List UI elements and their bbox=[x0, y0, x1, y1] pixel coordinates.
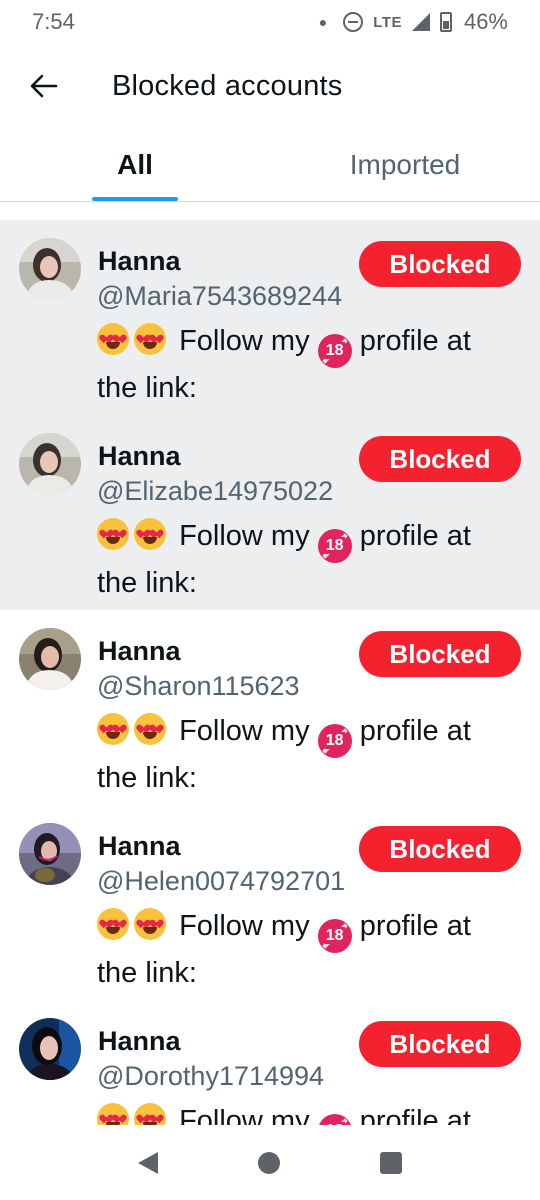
account-bio: Follow my 18 profile at bbox=[97, 1101, 517, 1125]
heart-eyes-icon bbox=[134, 1103, 166, 1125]
nav-recents-icon[interactable] bbox=[380, 1151, 402, 1174]
account-handle: @Elizabe14975022 bbox=[97, 476, 334, 506]
account-row[interactable]: Hanna @Elizabe14975022 Follow my 18 prof… bbox=[0, 415, 540, 610]
system-nav-bar bbox=[0, 1125, 540, 1200]
blocked-button[interactable]: Blocked bbox=[359, 436, 521, 482]
heart-eyes-icon bbox=[134, 518, 166, 550]
account-name: Hanna bbox=[98, 1026, 181, 1056]
nav-back-icon[interactable] bbox=[138, 1151, 158, 1174]
account-handle: @Maria7543689244 bbox=[97, 281, 343, 311]
tab-label: All bbox=[117, 148, 153, 180]
account-handle: @Helen0074792701 bbox=[97, 866, 346, 896]
tab-label: Imported bbox=[349, 148, 461, 180]
account-row[interactable]: Hanna @Helen0074792701 Follow my 18 prof… bbox=[0, 805, 540, 1000]
heart-eyes-icon bbox=[134, 713, 166, 745]
avatar[interactable] bbox=[19, 433, 81, 495]
account-name: Hanna bbox=[98, 246, 181, 276]
no-under-18-icon: 18 bbox=[317, 529, 352, 563]
account-name: Hanna bbox=[98, 831, 181, 861]
bio-text: Follow my bbox=[179, 715, 310, 747]
bio-text: Follow my bbox=[179, 520, 310, 552]
heart-eyes-icon bbox=[134, 908, 166, 940]
no-under-18-icon: 18 bbox=[317, 724, 352, 758]
blocked-button[interactable]: Blocked bbox=[359, 631, 521, 677]
nav-home-icon[interactable] bbox=[258, 1151, 280, 1174]
app-header: Blocked accounts bbox=[0, 44, 540, 128]
tab-all[interactable]: All bbox=[0, 128, 270, 201]
battery-percent: 46% bbox=[463, 9, 508, 34]
heart-eyes-icon bbox=[97, 713, 129, 745]
bio-text: Follow my bbox=[179, 325, 310, 357]
account-row[interactable]: Hanna @Dorothy1714994 Follow my 18 profi… bbox=[0, 1000, 540, 1125]
bio-text: Follow my bbox=[179, 910, 310, 942]
heart-eyes-icon bbox=[97, 518, 129, 550]
avatar[interactable] bbox=[19, 1018, 81, 1080]
heart-eyes-icon bbox=[97, 1103, 129, 1125]
no-under-18-icon: 18 bbox=[317, 334, 352, 368]
account-bio: Follow my 18 profile at the link: bbox=[97, 906, 517, 993]
no-under-18-icon: 18 bbox=[317, 919, 352, 953]
blocked-accounts-list: Hanna @Maria7543689244 Follow my 18 prof… bbox=[0, 220, 540, 1125]
back-button[interactable] bbox=[0, 44, 88, 128]
blocked-button[interactable]: Blocked bbox=[359, 826, 521, 872]
status-time: 7:54 bbox=[32, 9, 75, 34]
avatar[interactable] bbox=[19, 238, 81, 300]
bio-text-rest: profile at bbox=[359, 1105, 471, 1125]
arrow-left-icon bbox=[30, 74, 58, 98]
account-bio: Follow my 18 profile at the link: bbox=[97, 711, 517, 798]
avatar[interactable] bbox=[19, 823, 81, 885]
heart-eyes-icon bbox=[97, 908, 129, 940]
battery-icon bbox=[439, 12, 452, 32]
blocked-button[interactable]: Blocked bbox=[359, 241, 521, 287]
tab-bar: All Imported bbox=[0, 128, 540, 202]
status-bar: 7:54 ● LTE 46% bbox=[0, 0, 540, 44]
do-not-disturb-icon bbox=[343, 12, 364, 32]
tab-indicator bbox=[92, 197, 178, 201]
notification-dot-icon: ● bbox=[318, 14, 328, 30]
account-bio: Follow my 18 profile at the link: bbox=[97, 321, 517, 408]
avatar[interactable] bbox=[19, 628, 81, 690]
heart-eyes-icon bbox=[97, 323, 129, 355]
status-icons: ● LTE 46% bbox=[319, 9, 508, 35]
account-name: Hanna bbox=[98, 441, 181, 471]
tab-imported[interactable]: Imported bbox=[270, 128, 540, 201]
bio-text: Follow my bbox=[179, 1105, 310, 1125]
heart-eyes-icon bbox=[134, 323, 166, 355]
account-row[interactable]: Hanna @Sharon115623 Follow my 18 profile… bbox=[0, 610, 540, 805]
blocked-button[interactable]: Blocked bbox=[359, 1021, 521, 1067]
account-handle: @Dorothy1714994 bbox=[97, 1061, 325, 1091]
no-under-18-icon: 18 bbox=[317, 1114, 352, 1125]
signal-icon bbox=[411, 13, 430, 31]
account-handle: @Sharon115623 bbox=[97, 671, 300, 701]
account-name: Hanna bbox=[98, 636, 181, 666]
page-title: Blocked accounts bbox=[112, 69, 343, 102]
network-type: LTE bbox=[373, 13, 402, 31]
account-row[interactable]: Hanna @Maria7543689244 Follow my 18 prof… bbox=[0, 220, 540, 415]
account-bio: Follow my 18 profile at the link: bbox=[97, 516, 517, 603]
